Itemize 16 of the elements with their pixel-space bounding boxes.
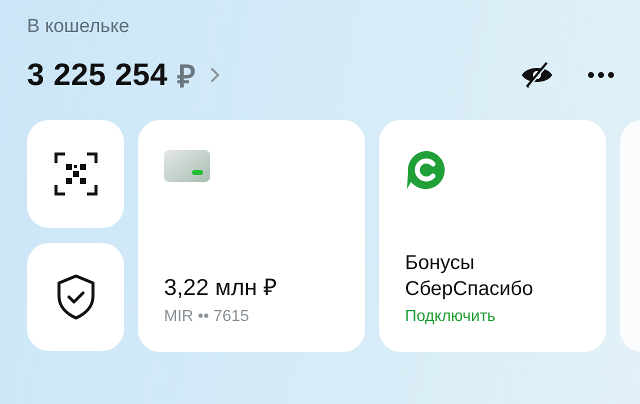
currency-sign: ₽ bbox=[178, 58, 196, 96]
bonus-card[interactable]: Бонусы СберСпасибо Подключить bbox=[379, 120, 606, 352]
bank-card-icon bbox=[164, 150, 210, 182]
wallet-title: В кошельке bbox=[27, 16, 130, 38]
more-icon[interactable] bbox=[588, 72, 614, 78]
qr-scan-button[interactable] bbox=[27, 120, 124, 228]
security-button[interactable] bbox=[27, 243, 124, 351]
qr-scan-icon bbox=[54, 152, 98, 196]
bank-card[interactable]: 3,22 млн ₽ MIR •• 7615 bbox=[138, 120, 365, 352]
card-balance: 3,22 млн ₽ bbox=[164, 273, 278, 302]
bonus-logo-icon bbox=[405, 150, 447, 190]
card-number: MIR •• 7615 bbox=[164, 308, 250, 326]
balance-amount: 3 225 254 bbox=[27, 57, 168, 93]
bonus-title: Бонусы СберСпасибо bbox=[405, 251, 534, 302]
hide-balance-icon[interactable] bbox=[521, 61, 553, 89]
shield-check-icon bbox=[56, 274, 96, 320]
